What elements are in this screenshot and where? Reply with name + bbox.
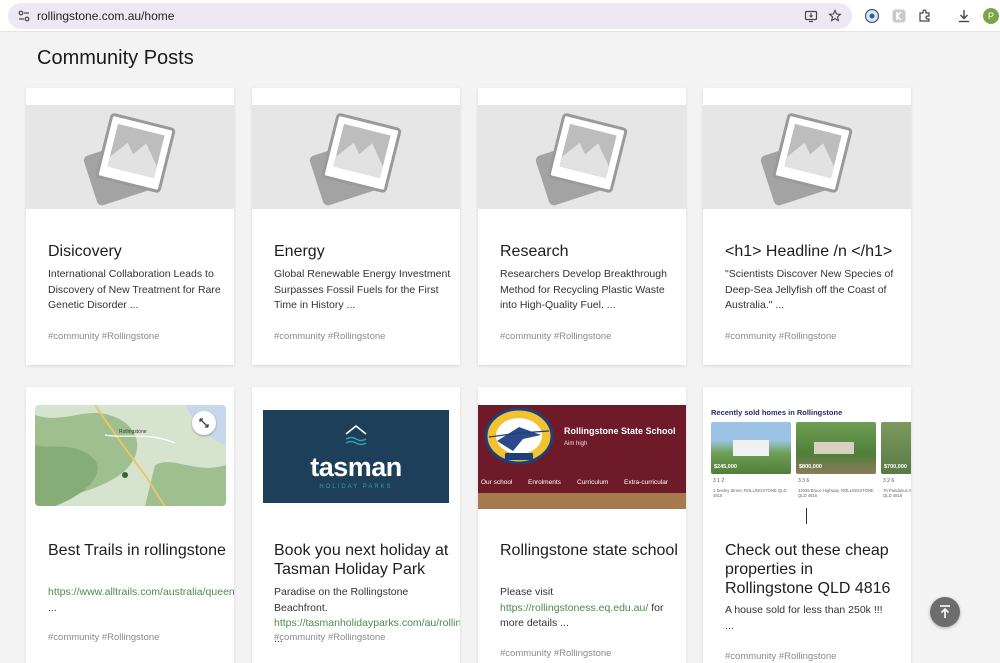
image-placeholder-icon: [535, 113, 628, 206]
school-crest-icon: [484, 407, 554, 465]
property-address: 1 Seeley Street, ROLLINGSTONE QLD 4816: [713, 488, 787, 498]
card-excerpt: Researchers Develop Breakthrough Method …: [500, 268, 667, 311]
site-settings-icon[interactable]: [17, 9, 31, 23]
card-tags: #community #Rollingstone: [48, 632, 160, 643]
property-price: $245,000: [714, 464, 737, 470]
profile-avatar[interactable]: P: [983, 8, 999, 24]
card-title[interactable]: Check out these cheap properties in Roll…: [725, 541, 905, 598]
browser-toolbar: rollingstone.com.au/home P: [0, 0, 1000, 32]
post-card[interactable]: tasman HOLIDAY PARKS Book you next holid…: [252, 387, 460, 663]
image-placeholder: [26, 105, 234, 209]
install-app-icon[interactable]: [804, 9, 818, 23]
post-card[interactable]: Rollingstone Best Trails in rollingstone…: [26, 387, 234, 663]
property-price: $800,000: [799, 464, 822, 470]
card-tags: #community #Rollingstone: [274, 632, 386, 643]
image-placeholder: [252, 105, 460, 209]
property-item: $245,000 3 1 2 1 Seeley Street, ROLLINGS…: [711, 422, 791, 518]
address-bar[interactable]: rollingstone.com.au/home: [8, 3, 852, 29]
school-site-nav: Our school Enrolments Curriculum Extra-c…: [478, 475, 686, 493]
property-price: $700,000: [884, 464, 907, 470]
card-excerpt: International Collaboration Leads to Dis…: [48, 268, 221, 311]
image-placeholder-icon: [760, 113, 853, 206]
card-tags: #community #Rollingstone: [274, 331, 386, 342]
card-tags: #community #Rollingstone: [725, 651, 837, 662]
card-title[interactable]: Energy: [274, 242, 454, 261]
property-listing-thumbnail[interactable]: Recently sold homes in Rollingstone $245…: [703, 404, 911, 526]
image-placeholder: [703, 105, 911, 209]
image-placeholder: [478, 105, 686, 209]
school-nav-item: Enrolments: [528, 479, 561, 486]
scroll-to-top-button[interactable]: [930, 597, 960, 627]
school-nav-item: Our school: [481, 479, 513, 486]
card-title[interactable]: <h1> Headline /n </h1>: [725, 242, 905, 261]
card-text: Please visit: [500, 586, 554, 598]
post-card[interactable]: Energy Global Renewable Energy Investmen…: [252, 88, 460, 365]
image-placeholder-icon: [83, 113, 176, 206]
property-features: 3 2 6: [883, 478, 895, 484]
card-text: Paradise on the Rollingstone Beachfront.: [274, 586, 409, 614]
card-tags: #community #Rollingstone: [500, 648, 612, 659]
extension-k-icon[interactable]: [891, 8, 907, 24]
card-title[interactable]: Rollingstone state school: [500, 541, 680, 560]
ellipsis-text: ...: [725, 619, 734, 632]
school-nav-item: Extra-curricular: [624, 479, 669, 486]
extensions-puzzle-icon[interactable]: [917, 8, 933, 24]
extension-shield-icon[interactable]: [864, 8, 880, 24]
image-placeholder-icon: [309, 113, 402, 206]
tasman-banner-thumbnail[interactable]: tasman HOLIDAY PARKS: [263, 410, 449, 503]
card-excerpt: Global Renewable Energy Investment Surpa…: [274, 268, 451, 311]
card-text: A house sold for less than 250k !!!: [725, 604, 883, 616]
card-excerpt: https://www.alltrails.com/australia/quee…: [48, 585, 234, 616]
text-cursor: [806, 508, 807, 524]
card-tags: #community #Rollingstone: [500, 331, 612, 342]
tasman-logo-subtext: HOLIDAY PARKS: [319, 484, 393, 490]
expand-icon: [199, 418, 209, 428]
map-place-label: Rollingstone: [119, 429, 147, 435]
post-card[interactable]: <h1> Headline /n </h1> "Scientists Disco…: [703, 88, 911, 365]
trail-map-thumbnail[interactable]: Rollingstone: [35, 405, 226, 506]
card-title[interactable]: Book you next holiday at Tasman Holiday …: [274, 541, 454, 579]
tasman-logo-text: tasman: [310, 452, 402, 482]
post-card[interactable]: Rollingstone State School Aim high Our s…: [478, 387, 686, 663]
bookmark-star-icon[interactable]: [828, 9, 842, 23]
tent-logo-icon: [345, 424, 367, 446]
card-tags: #community #Rollingstone: [725, 331, 837, 342]
property-features: 3 3 6: [798, 478, 810, 484]
card-link[interactable]: https://www.alltrails.com/australia/quee…: [48, 585, 234, 601]
post-card[interactable]: Disicovery International Collaboration L…: [26, 88, 234, 365]
arrow-up-icon: [940, 605, 950, 618]
map-expand-button[interactable]: [192, 411, 216, 435]
card-excerpt: A house sold for less than 250k !!! ...: [725, 603, 909, 634]
property-features: 3 1 2: [713, 478, 725, 484]
school-website-thumbnail[interactable]: Rollingstone State School Aim high Our s…: [478, 405, 686, 509]
property-address: 76 Pandanus Street, ROLLINGSTONE QLD 481…: [883, 488, 911, 498]
school-site-title: Rollingstone State School: [564, 426, 676, 436]
post-card[interactable]: Research Researchers Develop Breakthroug…: [478, 88, 686, 365]
download-icon[interactable]: [956, 8, 972, 24]
card-title[interactable]: Research: [500, 242, 680, 261]
ellipsis-text: ...: [48, 601, 57, 614]
property-heading: Recently sold homes in Rollingstone: [711, 408, 843, 417]
school-photo-strip: [478, 493, 686, 509]
card-title[interactable]: Disicovery: [48, 242, 228, 261]
card-link[interactable]: https://tasmanholidayparks.com/au/rollin…: [274, 616, 460, 632]
card-excerpt: Please visit https://rollingstoness.eq.e…: [500, 585, 684, 632]
property-item: $700,000 3 2 6 76 Pandanus Street, ROLLI…: [881, 422, 911, 518]
card-title[interactable]: Best Trails in rollingstone: [48, 541, 228, 560]
card-tags: #community #Rollingstone: [48, 331, 160, 342]
property-address: 44035 Bruce Highway, ROLLINGSTONE QLD 48…: [798, 488, 874, 498]
card-link[interactable]: https://rollingstoness.eq.edu.au/: [500, 602, 648, 614]
page-title: Community Posts: [37, 47, 194, 69]
url-text[interactable]: rollingstone.com.au/home: [37, 9, 174, 23]
post-card[interactable]: Recently sold homes in Rollingstone $245…: [703, 387, 911, 663]
card-excerpt: "Scientists Discover New Species of Deep…: [725, 268, 894, 311]
property-item: $800,000 3 3 6 44035 Bruce Highway, ROLL…: [796, 422, 876, 518]
school-nav-item: Curriculum: [577, 479, 609, 486]
school-site-motto: Aim high: [564, 441, 588, 447]
